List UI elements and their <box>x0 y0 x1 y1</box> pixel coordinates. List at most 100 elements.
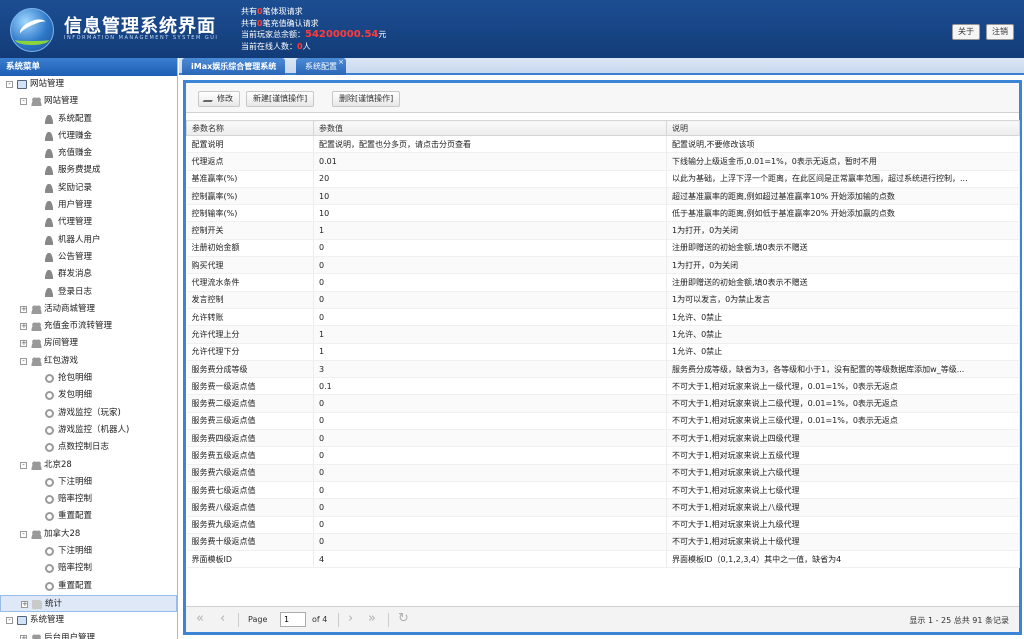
sidebar-item[interactable]: - 系统管理 <box>0 612 177 629</box>
next-page-icon[interactable]: › <box>348 612 353 626</box>
table-row[interactable]: 配置说明 配置说明，配置也分多页，请点击分页查看 配置说明,不要修改该项 <box>186 135 1020 154</box>
expand-icon[interactable]: + <box>20 340 27 348</box>
table-row[interactable]: 允许转账 0 1允许、0禁止 <box>186 308 1020 327</box>
about-button[interactable]: 关于 <box>952 24 980 40</box>
close-icon[interactable]: × <box>338 54 344 71</box>
column-header[interactable]: 说明 <box>666 120 1020 136</box>
table-row[interactable]: 允许代理上分 1 1允许、0禁止 <box>186 325 1020 344</box>
cog-icon <box>45 512 54 522</box>
user-icon <box>45 131 53 141</box>
sidebar-item[interactable]: - 网站管理 <box>0 76 177 93</box>
delete-button[interactable]: 删除[谨慎操作] <box>332 91 401 107</box>
expand-icon[interactable]: + <box>20 305 27 313</box>
table-row[interactable]: 服务费四级返点值 0 不可大于1,相对玩家来说上四级代理 <box>186 429 1020 448</box>
sidebar-item[interactable]: 群发消息 <box>0 266 177 283</box>
sidebar-item[interactable]: 重置配置 <box>0 578 177 595</box>
prev-page-icon[interactable]: ‹ <box>220 612 225 626</box>
table-row[interactable]: 代理流水条件 0 注册即赠送的初始金额,填0表示不赠送 <box>186 273 1020 292</box>
description-cell: 不可大于1,相对玩家来说上六级代理 <box>666 464 1020 482</box>
sidebar-item[interactable]: 用户管理 <box>0 197 177 214</box>
table-row[interactable]: 控制输率(%) 10 低于基准赢率的距离,例如低于基准赢率20% 开始添加赢的点数 <box>186 204 1020 223</box>
sidebar-item[interactable]: 赔率控制 <box>0 491 177 508</box>
table-row[interactable]: 服务费分成等级 3 服务费分成等级，缺省为3，各等级和小于1，没有配置的等级数据库添… <box>186 360 1020 379</box>
param-value-cell: 10 <box>313 187 667 206</box>
table-row[interactable]: 注册初始金额 0 注册即赠送的初始金额,填0表示不赠送 <box>186 239 1020 258</box>
sidebar-item[interactable]: - 网站管理 <box>0 93 177 110</box>
logout-button[interactable]: 注销 <box>986 24 1014 40</box>
sidebar-item[interactable]: 下注明细 <box>0 543 177 560</box>
table-row[interactable]: 服务费五级返点值 0 不可大于1,相对玩家来说上五级代理 <box>186 446 1020 465</box>
refresh-icon[interactable]: ↻ <box>398 612 409 626</box>
sidebar-item[interactable]: 点数控制日志 <box>0 439 177 456</box>
tab-home[interactable]: iMax娱乐综合管理系统 <box>182 58 286 75</box>
sidebar-item[interactable]: + 统计 <box>0 594 177 613</box>
sidebar-item[interactable]: 游戏监控（玩家) <box>0 405 177 422</box>
column-header[interactable]: 参数值 <box>313 120 667 136</box>
sidebar-item[interactable]: 登录日志 <box>0 284 177 301</box>
sidebar-item[interactable]: 充值赚金 <box>0 145 177 162</box>
sidebar-item-label: 游戏监控（玩家) <box>58 407 121 418</box>
table-row[interactable]: 控制赢率(%) 10 超过基准赢率的距离,例如超过基准赢率10% 开始添加输的点数 <box>186 187 1020 206</box>
page-number-input[interactable] <box>280 612 306 627</box>
sidebar-item[interactable]: 代理管理 <box>0 214 177 231</box>
sidebar-item[interactable]: - 红包游戏 <box>0 353 177 370</box>
collapse-icon[interactable]: - <box>20 98 27 106</box>
sidebar-item[interactable]: + 房间管理 <box>0 335 177 352</box>
sidebar-item[interactable]: 下注明细 <box>0 474 177 491</box>
expand-icon[interactable]: + <box>21 600 28 608</box>
description-cell: 不可大于1,相对玩家来说上七级代理 <box>666 481 1020 500</box>
sidebar-item[interactable]: 重置配置 <box>0 508 177 525</box>
sidebar-item[interactable]: + 充值金币流转管理 <box>0 318 177 335</box>
tab-system-config[interactable]: 系统配置 × <box>296 58 346 75</box>
sidebar-item[interactable]: 代理赚金 <box>0 128 177 145</box>
table-row[interactable]: 服务费七级返点值 0 不可大于1,相对玩家来说上七级代理 <box>186 481 1020 500</box>
sidebar-item[interactable]: 游戏监控（机器人) <box>0 422 177 439</box>
table-row[interactable]: 服务费一级返点值 0.1 不可大于1,相对玩家来说上一级代理，0.01=1%，0表示… <box>186 377 1020 396</box>
table-row[interactable]: 发言控制 0 1为可以发言，0为禁止发言 <box>186 291 1020 309</box>
first-page-icon[interactable]: « <box>196 612 204 626</box>
edit-button[interactable]: 修改 <box>198 91 240 107</box>
param-value-cell: 0 <box>313 308 667 327</box>
table-row[interactable]: 服务费十级返点值 0 不可大于1,相对玩家来说上十级代理 <box>186 533 1020 552</box>
table-row[interactable]: 服务费六级返点值 0 不可大于1,相对玩家来说上六级代理 <box>186 464 1020 482</box>
param-name-cell: 服务费四级返点值 <box>186 429 314 448</box>
expand-icon[interactable]: + <box>20 323 27 331</box>
description-cell: 服务费分成等级，缺省为3，各等级和小于1，没有配置的等级数据库添加w_等级... <box>666 360 1020 379</box>
collapse-icon[interactable]: - <box>20 461 27 469</box>
column-header[interactable]: 参数名称 <box>186 120 314 136</box>
sidebar-item[interactable]: 机器人用户 <box>0 232 177 249</box>
sidebar-item[interactable]: 公告管理 <box>0 249 177 266</box>
sidebar-item-label: 加拿大28 <box>44 528 81 539</box>
expand-icon[interactable]: + <box>20 634 27 639</box>
sidebar-item[interactable]: + 活动商城管理 <box>0 301 177 318</box>
last-page-icon[interactable]: » <box>368 612 376 626</box>
table-row[interactable]: 服务费八级返点值 0 不可大于1,相对玩家来说上八级代理 <box>186 498 1020 517</box>
description-cell: 不可大于1,相对玩家来说上九级代理 <box>666 516 1020 534</box>
table-row[interactable]: 界面模板ID 4 界面模板ID（0,1,2,3,4）其中之一值，缺省为4 <box>186 550 1020 569</box>
collapse-icon[interactable]: - <box>20 357 27 365</box>
collapse-icon[interactable]: - <box>20 530 27 538</box>
sidebar-item[interactable]: 系统配置 <box>0 111 177 128</box>
table-row[interactable]: 允许代理下分 1 1允许、0禁止 <box>186 343 1020 361</box>
table-row[interactable]: 服务费二级返点值 0 不可大于1,相对玩家来说上二级代理，0.01=1%，0表示无返… <box>186 394 1020 413</box>
sidebar-item[interactable]: + 后台用户管理 <box>0 630 177 639</box>
table-row[interactable]: 服务费九级返点值 0 不可大于1,相对玩家来说上九级代理 <box>186 516 1020 534</box>
table-row[interactable]: 服务费三级返点值 0 不可大于1,相对玩家来说上三级代理，0.01=1%，0表示无返… <box>186 412 1020 431</box>
sidebar-item[interactable]: 奖励记录 <box>0 180 177 197</box>
description-cell: 不可大于1,相对玩家来说上四级代理 <box>666 429 1020 448</box>
sidebar-item[interactable]: 发包明细 <box>0 387 177 404</box>
table-row[interactable]: 基准赢率(%) 20 以此为基础，上浮下浮一个距离，在此区间是正常赢率范围，超过系统… <box>186 170 1020 188</box>
description-cell: 1允许、0禁止 <box>666 308 1020 327</box>
table-row[interactable]: 购买代理 0 1为打开，0为关闭 <box>186 256 1020 275</box>
collapse-icon[interactable]: - <box>6 617 13 625</box>
table-row[interactable]: 代理返点 0.01 下线输分上级返金币,0.01=1%，0表示无返点，暂时不用 <box>186 152 1020 171</box>
sidebar-item[interactable]: 抢包明细 <box>0 370 177 387</box>
collapse-icon[interactable]: - <box>6 81 13 88</box>
sidebar-item[interactable]: 服务费提成 <box>0 162 177 179</box>
tab-system-config-label: 系统配置 <box>305 62 337 71</box>
new-button[interactable]: 新建[谨慎操作] <box>246 91 315 107</box>
sidebar-item[interactable]: 赔率控制 <box>0 560 177 577</box>
table-row[interactable]: 控制开关 1 1为打开，0为关闭 <box>186 221 1020 240</box>
sidebar-item[interactable]: - 北京28 <box>0 457 177 474</box>
sidebar-item[interactable]: - 加拿大28 <box>0 526 177 543</box>
